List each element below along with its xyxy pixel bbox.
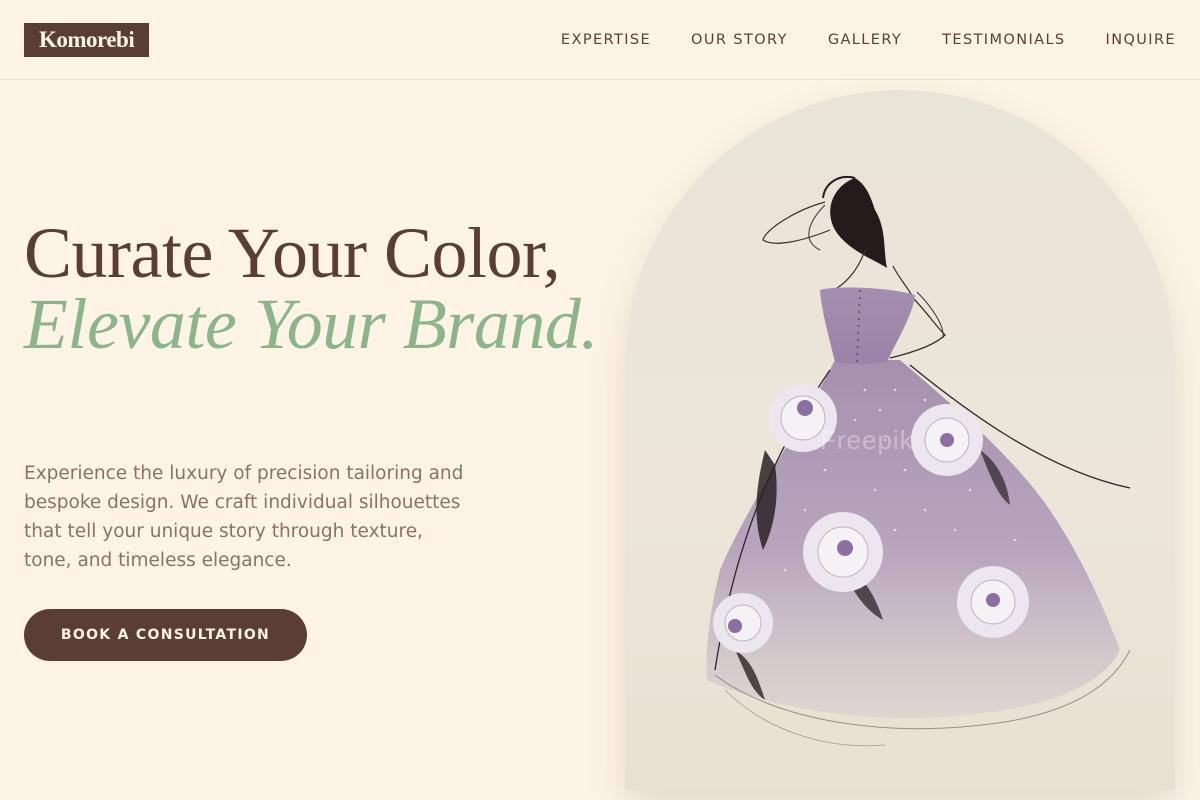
nav-item-expertise[interactable]: EXPERTISE xyxy=(561,32,651,48)
nav-item-testimonials[interactable]: TESTIMONIALS xyxy=(942,32,1065,48)
image-watermark: Freepik xyxy=(820,425,914,455)
nav-item-gallery[interactable]: GALLERY xyxy=(828,32,902,48)
site-header: Komorebi EXPERTISE OUR STORY GALLERY TES… xyxy=(0,0,1200,80)
nav-item-our-story[interactable]: OUR STORY xyxy=(691,32,788,48)
main-nav: EXPERTISE OUR STORY GALLERY TESTIMONIALS… xyxy=(561,0,1176,80)
hero-title: Curate Your Color, Elevate Your Brand. xyxy=(24,213,624,364)
hero-description: Experience the luxury of precision tailo… xyxy=(24,463,464,571)
rose-5 xyxy=(713,593,773,653)
rose-4 xyxy=(957,566,1029,638)
brand-logo[interactable]: Komorebi xyxy=(24,23,150,57)
hero-title-line-2: Elevate Your Brand. xyxy=(24,284,598,364)
nav-item-inquire[interactable]: INQUIRE xyxy=(1106,32,1176,48)
rose-3 xyxy=(803,512,883,592)
rose-2 xyxy=(911,404,983,476)
hero-title-line-1: Curate Your Color, xyxy=(24,213,561,293)
book-consultation-button[interactable]: BOOK A CONSULTATION xyxy=(24,609,307,661)
